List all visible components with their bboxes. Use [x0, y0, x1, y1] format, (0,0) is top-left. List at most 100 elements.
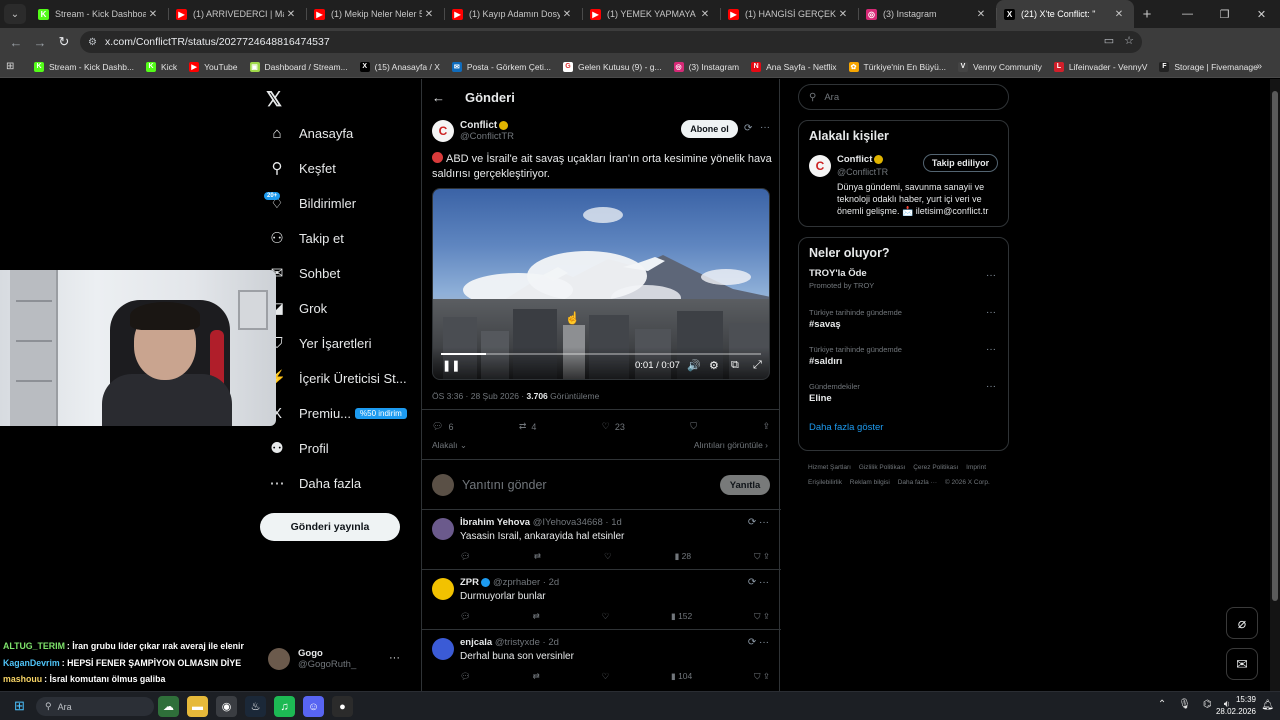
obs-icon[interactable]: ● — [332, 696, 353, 717]
grok-explain-icon[interactable]: ⟳ — [744, 123, 752, 134]
post-more-icon[interactable]: ··· — [760, 122, 770, 133]
bookmark-icon[interactable]: ⛉ — [754, 611, 763, 621]
reply-more-icon[interactable]: ⟳ ··· — [748, 517, 769, 528]
post-button[interactable]: Gönderi yayınla — [260, 513, 400, 541]
nav-item-home[interactable]: ⌂ Anasayfa — [268, 122, 353, 144]
nav-item-person-add[interactable]: ⚇ Takip et — [268, 227, 344, 249]
browser-tab[interactable]: ▶ (1) YEMEK YAPMAYA GELD✕ — [582, 0, 720, 28]
reply-post[interactable]: enjcala @tristyxde · 2d ⟳ ··· Derhal buna … — [422, 629, 781, 689]
trend-more-icon[interactable]: ··· — [986, 344, 996, 355]
tab-close-icon[interactable]: ✕ — [284, 9, 298, 20]
bookmark-item[interactable]: G Gelen Kutusu (9) - g... — [562, 61, 662, 72]
browser-tab[interactable]: ▶ (1) HANGİSİ GERÇEK STAR✕ — [720, 0, 858, 28]
reply-more-icon[interactable]: ⟳ ··· — [748, 637, 769, 648]
reply-avatar[interactable] — [432, 518, 454, 540]
video-player[interactable]: ☝ ❚❚ 0:01 / 0:07 🔊 ⚙ ⧉ ⤢ — [432, 188, 770, 380]
repost-icon[interactable]: ⇄ — [533, 611, 540, 622]
following-button[interactable]: Takip ediliyor — [923, 154, 998, 172]
footer-link[interactable]: Reklam bilgisi — [850, 479, 890, 486]
related-user-avatar[interactable]: C — [809, 155, 831, 177]
x-logo-icon[interactable]: 𝕏 — [266, 87, 282, 112]
browser-tab[interactable]: ◎ (3) Instagram ✕ — [858, 0, 996, 28]
subscribe-button[interactable]: Abone ol — [681, 120, 738, 138]
close-window-button[interactable]: ✕ — [1243, 0, 1280, 28]
trend-more-icon[interactable]: ··· — [986, 381, 996, 392]
grok-fab-icon[interactable]: ⌀ — [1226, 607, 1258, 639]
browser-tab[interactable]: ▶ (1) ARRIVEDERCI | Madara✕ — [168, 0, 306, 28]
bookmark-star-icon[interactable]: ☆ — [1124, 34, 1134, 47]
reply-action[interactable]: 💬︎ 6 — [432, 421, 453, 432]
tab-close-icon[interactable]: ✕ — [698, 9, 712, 20]
share-icon[interactable]: ⇪ — [763, 671, 770, 681]
heart-icon[interactable]: ♡ — [602, 611, 610, 622]
site-info-icon[interactable]: ⚙ — [88, 37, 97, 48]
nav-item-x-premium[interactable]: X Premiu... %50 indirim — [268, 402, 407, 424]
reply-post[interactable]: İbrahim Yehova @IYehova34668 · 1d ⟳ ··· Ya… — [422, 509, 781, 569]
windows-start-icon[interactable]: ⊞ — [14, 698, 28, 713]
steam-icon[interactable]: ♨ — [245, 696, 266, 717]
trend-item[interactable]: Türkiye tarihinde gündemde #saldırı ··· — [799, 342, 1008, 379]
repost-icon[interactable]: ⇄ — [534, 551, 541, 562]
back-icon[interactable]: ← — [4, 35, 28, 50]
browser-tab[interactable]: ▶ (1) Kayıp Adamın Dosyası✕ — [444, 0, 582, 28]
repost-icon[interactable]: ⇄ — [533, 671, 540, 682]
chrome-icon[interactable]: ◉ — [216, 696, 237, 717]
taskbar-search[interactable]: ⚲ Ara — [36, 697, 154, 716]
nav-item-more[interactable]: ⋯ Daha fazla — [268, 472, 362, 494]
bookmark-item[interactable]: F Storage | Fivemanage — [1159, 61, 1258, 72]
view-quotes-link[interactable]: Alıntıları görüntüle › — [694, 440, 768, 450]
share-icon[interactable]: ⇪ — [763, 551, 770, 561]
browser-tab[interactable]: ▶ (1) Mekip Neler Neler 50. ✕ — [306, 0, 444, 28]
bookmark-action[interactable]: ⛉ — [690, 421, 697, 432]
tab-close-icon[interactable]: ✕ — [974, 9, 988, 20]
nav-item-profile[interactable]: ⚉ Profil — [268, 437, 328, 459]
related-user-name[interactable]: Conflict — [837, 154, 872, 165]
bookmark-item[interactable]: ◎ (3) Instagram — [673, 61, 739, 72]
heart-icon[interactable]: ♡ — [604, 551, 612, 562]
forward-icon[interactable]: → — [28, 35, 52, 50]
post-author[interactable]: C Conflict @ConflictTR — [432, 120, 514, 142]
microphone-icon[interactable]: 🎙︎ — [1178, 699, 1191, 710]
footer-link[interactable]: Hizmet Şartları — [808, 464, 851, 471]
reply-input[interactable]: Yanıtını gönder — [462, 478, 720, 492]
pause-icon[interactable]: ❚❚ — [442, 359, 460, 372]
reply-icon[interactable]: 💬︎ — [460, 551, 471, 562]
messages-fab-icon[interactable]: ✉ — [1226, 648, 1258, 680]
trend-item[interactable]: Gündemdekiler Eline ··· — [799, 379, 1008, 416]
install-app-icon[interactable]: ▭ — [1104, 34, 1114, 47]
related-user[interactable]: C Conflict @ConflictTR Takip ediliyor Dü… — [799, 149, 1008, 227]
search-input[interactable]: ⚲ Ara — [798, 84, 1009, 110]
heart-icon[interactable]: ♡ — [602, 671, 610, 682]
file-explorer-icon[interactable]: ▬ — [187, 696, 208, 717]
post-timestamp[interactable]: ÖS 3:36 · 28 Şub 2026 · — [432, 391, 527, 401]
nav-item-bell[interactable]: ♢ Bildirimler — [268, 192, 356, 214]
back-arrow-icon[interactable]: ← — [432, 90, 445, 105]
nav-item-search[interactable]: ⚲ Keşfet — [268, 157, 336, 179]
trend-more-icon[interactable]: ··· — [986, 307, 996, 318]
nav-item-grok[interactable]: ◪ Grok — [268, 297, 327, 319]
author-avatar[interactable]: C — [432, 120, 454, 142]
bookmark-item[interactable]: X (15) Anasayfa / X — [359, 61, 440, 72]
weather-widget-icon[interactable]: ☁ — [158, 696, 179, 717]
share-action[interactable]: ⇪ — [762, 421, 770, 432]
network-icon[interactable]: ⌬ — [1203, 699, 1212, 710]
views-action[interactable]: ▮ 104 — [671, 671, 692, 682]
new-tab-button[interactable]: + — [1134, 6, 1160, 23]
account-switcher[interactable]: Gogo @GogoRuth_ ··· — [268, 648, 408, 670]
show-more-link[interactable]: Daha fazla göster — [799, 416, 1008, 443]
bookmark-item[interactable]: V Venny Community — [957, 61, 1042, 72]
reload-icon[interactable]: ↻ — [52, 34, 76, 50]
footer-link[interactable]: Imprint — [966, 464, 986, 471]
nav-item-chat[interactable]: ✉ Sohbet — [268, 262, 341, 284]
url-bar[interactable]: ⚙ x.com/ConflictTR/status/20277246488164… — [80, 31, 1142, 53]
reply-author-name[interactable]: İbrahim Yehova — [460, 517, 530, 528]
discord-icon[interactable]: ☺ — [303, 696, 324, 717]
tray-chevron-icon[interactable]: ⌃ — [1158, 699, 1166, 710]
footer-link[interactable]: Çerez Politikası — [913, 464, 958, 471]
bookmark-item[interactable]: ▣ Dashboard / Stream... — [249, 61, 348, 72]
tab-close-icon[interactable]: ✕ — [422, 9, 436, 20]
bookmarks-overflow-icon[interactable]: » — [1256, 61, 1262, 72]
tab-close-icon[interactable]: ✕ — [1112, 9, 1126, 20]
browser-tab[interactable]: X (21) X'te Conflict: " ✕ — [996, 0, 1134, 28]
bookmark-item[interactable]: L Lifeinvader - VennyV — [1053, 61, 1147, 72]
